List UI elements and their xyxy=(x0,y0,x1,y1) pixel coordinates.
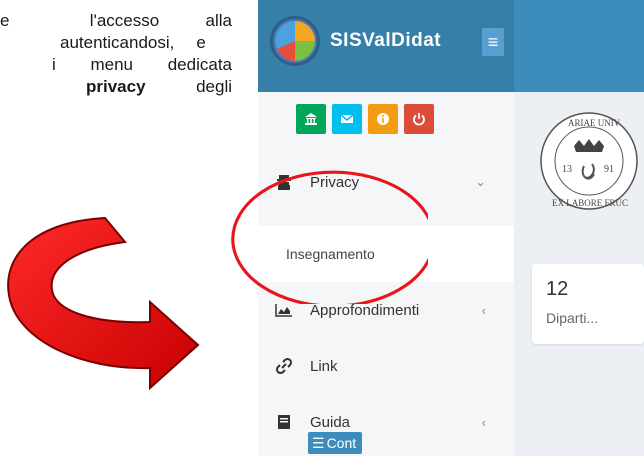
menu-toggle-button[interactable]: ≡ xyxy=(482,28,504,56)
info-button[interactable] xyxy=(368,104,398,134)
doc-line-2: autenticandosi, e xyxy=(60,33,206,52)
cont-button-label: Cont xyxy=(326,435,357,451)
svg-text:ARIAE UNIV: ARIAE UNIV xyxy=(568,118,621,128)
logout-button[interactable] xyxy=(404,104,434,134)
sidebar-item-label: Link xyxy=(310,357,338,375)
sidebar-item-label: Approfondimenti xyxy=(310,301,420,319)
sidebar-item-label: Privacy xyxy=(310,173,360,191)
sidebar-item-privacy[interactable]: Privacy ⌄ xyxy=(258,160,514,204)
quick-buttons xyxy=(296,104,434,134)
stat-card[interactable]: 12 Diparti... xyxy=(532,264,644,344)
document-text: e l'accesso alla autenticandosi, e i men… xyxy=(0,10,232,98)
sidebar-subitem-label: Insegnamento xyxy=(286,246,375,262)
power-icon xyxy=(413,113,425,126)
book-icon xyxy=(272,414,296,430)
doc-line-4: privacy degli xyxy=(86,77,232,96)
app-brand[interactable]: SISValDidat xyxy=(330,30,441,52)
sidebar-item-guida[interactable]: Guida ‹ xyxy=(258,400,514,444)
sidebar-item-approfondimenti[interactable]: Approfondimenti ‹ xyxy=(258,288,514,332)
main-content: 13 91 ARIAE UNIV EX LABORE FRUC 12 Dipar… xyxy=(514,92,644,456)
sidebar-item-label: Guida xyxy=(310,413,351,431)
curved-arrow-graphic xyxy=(7,216,200,391)
mail-button[interactable] xyxy=(332,104,362,134)
info-icon xyxy=(377,113,389,125)
cont-button[interactable]: ☰ Cont xyxy=(308,432,363,454)
sidebar-item-link[interactable]: Link xyxy=(258,344,514,388)
chevron-down-icon: ⌄ xyxy=(475,174,486,189)
app-logo-icon xyxy=(270,16,320,66)
university-button[interactable] xyxy=(296,104,326,134)
chevron-left-icon: ‹ xyxy=(481,414,486,430)
list-icon: ☰ xyxy=(312,434,325,451)
stat-value: 12 xyxy=(546,278,569,300)
chart-icon xyxy=(272,303,296,317)
svg-text:91: 91 xyxy=(604,164,614,175)
app-screenshot: SISValDidat ≡ Privacy ⌄ Insegnamento App… xyxy=(258,0,644,456)
svg-text:13: 13 xyxy=(562,164,572,175)
svg-text:EX LABORE FRUC: EX LABORE FRUC xyxy=(552,198,628,208)
university-seal-logo: 13 91 ARIAE UNIV EX LABORE FRUC xyxy=(540,112,638,210)
link-icon xyxy=(272,357,296,375)
logo-area: SISValDidat ≡ xyxy=(258,0,514,92)
chevron-left-icon: ‹ xyxy=(481,302,486,318)
sidebar: Privacy ⌄ Insegnamento Approfondimenti ‹… xyxy=(258,92,514,456)
doc-line-1: e l'accesso alla xyxy=(0,11,232,30)
university-icon xyxy=(305,113,317,125)
privacy-icon xyxy=(272,174,296,190)
stat-label: Diparti... xyxy=(546,310,599,326)
doc-line-3: i menu dedicata xyxy=(52,55,232,74)
sidebar-subitem-insegnamento[interactable]: Insegnamento xyxy=(258,226,514,282)
mail-icon xyxy=(340,114,354,123)
